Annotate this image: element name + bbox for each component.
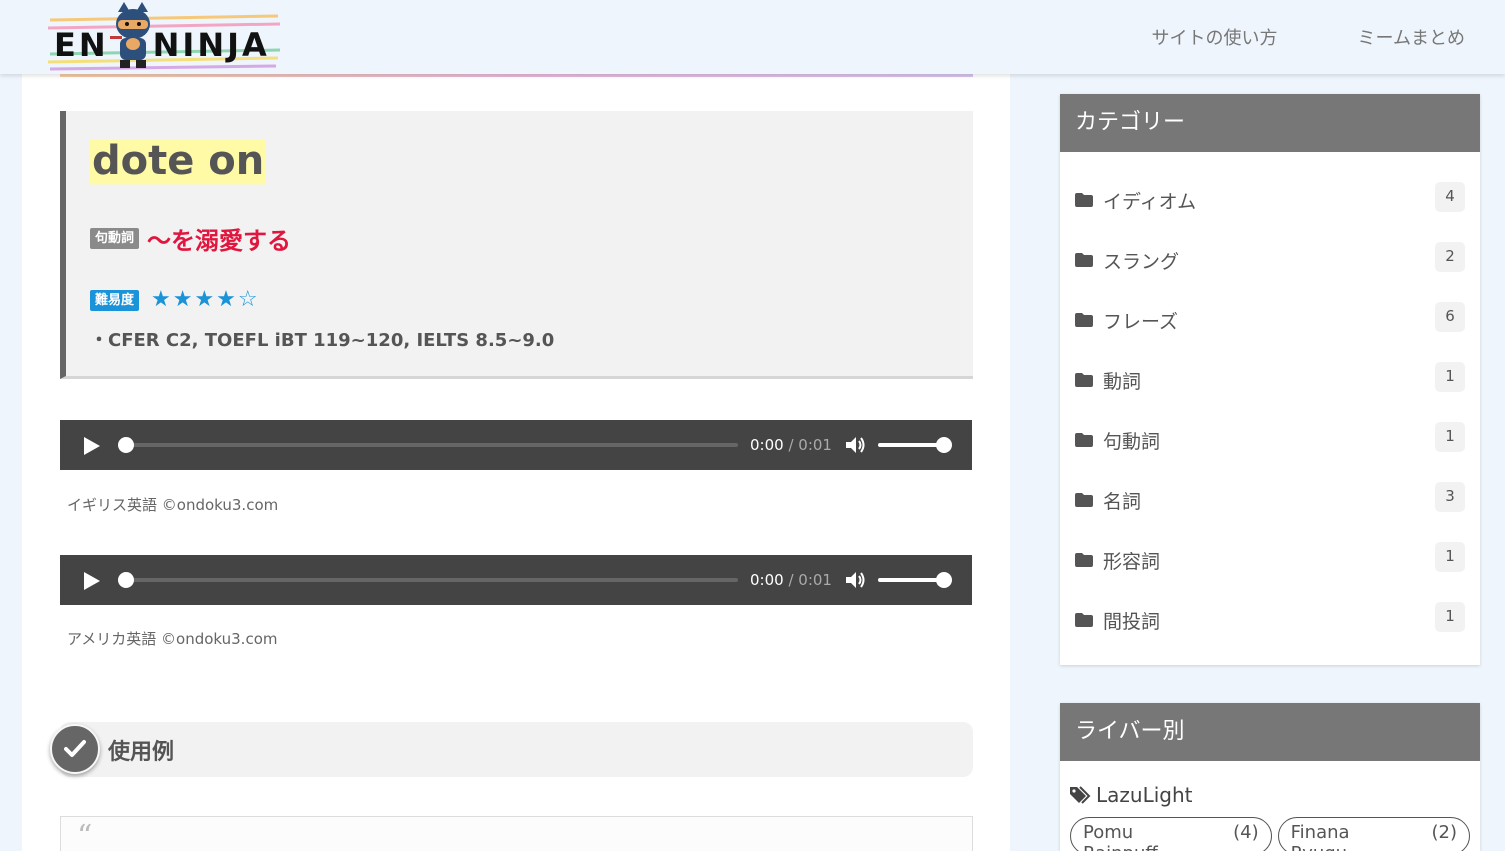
category-label[interactable]: 動詞	[1103, 367, 1141, 394]
check-icon	[50, 724, 100, 774]
category-count: 2	[1435, 242, 1465, 272]
liver-name: Finana Ryugu	[1290, 822, 1350, 851]
category-item[interactable]: スラング 2	[1075, 230, 1465, 290]
current-time: 0:00	[750, 571, 784, 589]
category-item[interactable]: 動詞 1	[1075, 350, 1465, 410]
nav-meme-summary[interactable]: ミームまとめ	[1358, 24, 1465, 50]
example-section-heading: 使用例	[50, 722, 973, 777]
category-list: イディオム 4 スラング 2 フレーズ 6 動詞 1 句動詞 1 名詞 3 形容…	[1060, 152, 1480, 662]
difficulty-row: 難易度 ★★★★☆	[90, 289, 260, 311]
category-count: 3	[1435, 482, 1465, 512]
site-header: EN NINJA サイトの使い方 ミームまとめ	[0, 0, 1505, 74]
liver-widget-title: ライバー別	[1060, 703, 1480, 761]
word-meaning: 〜を溺愛する	[147, 227, 292, 255]
category-label[interactable]: フレーズ	[1103, 307, 1178, 334]
volume-icon[interactable]	[844, 569, 866, 591]
category-count: 1	[1435, 542, 1465, 572]
category-item[interactable]: 間投詞 1	[1075, 590, 1465, 650]
main-content: dote on 句動詞 〜を溺愛する 難易度 ★★★★☆ ・CFER C2, T…	[22, 74, 1010, 851]
category-label[interactable]: スラング	[1103, 247, 1179, 274]
category-item[interactable]: 形容詞 1	[1075, 530, 1465, 590]
volume-icon[interactable]	[844, 434, 866, 456]
volume-slider[interactable]	[878, 443, 944, 447]
pos-badge: 句動詞	[90, 228, 140, 249]
word-card: dote on 句動詞 〜を溺愛する 難易度 ★★★★☆ ・CFER C2, T…	[60, 111, 973, 379]
category-item[interactable]: 句動詞 1	[1075, 410, 1465, 470]
category-label[interactable]: 句動詞	[1103, 427, 1160, 454]
folder-icon	[1075, 553, 1093, 567]
category-label[interactable]: 間投詞	[1103, 607, 1160, 634]
liver-count: (4)	[1233, 822, 1259, 843]
level-equivalents: ・CFER C2, TOEFL iBT 119~120, IELTS 8.5~9…	[90, 330, 555, 351]
liver-name: Pomu Rainpuff	[1083, 822, 1158, 851]
category-item[interactable]: フレーズ 6	[1075, 290, 1465, 350]
folder-icon	[1075, 433, 1093, 447]
category-count: 1	[1435, 602, 1465, 632]
volume-handle[interactable]	[936, 437, 952, 453]
folder-icon	[1075, 313, 1093, 327]
example-quote: “	[60, 816, 973, 851]
category-count: 4	[1435, 182, 1465, 212]
time-display: 0:00 / 0:01	[750, 436, 832, 454]
liver-chip[interactable]: Pomu Rainpuff (4)	[1070, 817, 1272, 851]
logo-text-ninja: NINJA	[152, 26, 270, 64]
liver-chips: Pomu Rainpuff (4) Finana Ryugu (2)	[1070, 817, 1470, 851]
category-item[interactable]: 名詞 3	[1075, 470, 1465, 530]
duration: / 0:01	[788, 436, 832, 454]
difficulty-badge: 難易度	[90, 289, 140, 311]
folder-icon	[1075, 613, 1093, 627]
play-icon[interactable]	[84, 572, 100, 590]
header-nav: サイトの使い方 ミームまとめ	[1152, 24, 1465, 50]
category-label[interactable]: 形容詞	[1103, 547, 1160, 574]
example-title: 使用例	[108, 740, 175, 765]
nav-how-to-use[interactable]: サイトの使い方	[1152, 24, 1278, 50]
category-count: 1	[1435, 422, 1465, 452]
category-label[interactable]: イディオム	[1103, 187, 1196, 214]
title-underline	[60, 74, 973, 77]
time-display: 0:00 / 0:01	[750, 571, 832, 589]
category-widget: カテゴリー イディオム 4 スラング 2 フレーズ 6 動詞 1 句動詞 1 名…	[1060, 94, 1480, 665]
audio-player-american: 0:00 / 0:01	[60, 555, 972, 605]
liver-list: LazuLight Pomu Rainpuff (4) Finana Ryugu…	[1060, 761, 1480, 851]
category-widget-title: カテゴリー	[1060, 94, 1480, 152]
audio-caption-american: アメリカ英語 ©ondoku3.com	[67, 630, 278, 648]
seek-handle[interactable]	[118, 572, 134, 588]
duration: / 0:01	[788, 571, 832, 589]
difficulty-stars: ★★★★☆	[151, 287, 260, 312]
tag-group[interactable]: LazuLight	[1070, 783, 1470, 807]
volume-slider[interactable]	[878, 578, 944, 582]
folder-icon	[1075, 193, 1093, 207]
seek-bar[interactable]	[126, 443, 738, 447]
logo-text-en: EN	[54, 26, 109, 64]
word-title: dote on	[90, 133, 267, 189]
seek-handle[interactable]	[118, 437, 134, 453]
category-count: 1	[1435, 362, 1465, 392]
folder-icon	[1075, 493, 1093, 507]
category-item[interactable]: イディオム 4	[1075, 170, 1465, 230]
volume-handle[interactable]	[936, 572, 952, 588]
site-logo[interactable]: EN NINJA	[46, 2, 286, 72]
audio-caption-british: イギリス英語 ©ondoku3.com	[67, 496, 279, 514]
folder-icon	[1075, 253, 1093, 267]
current-time: 0:00	[750, 436, 784, 454]
play-icon[interactable]	[84, 437, 100, 455]
folder-icon	[1075, 373, 1093, 387]
liver-widget: ライバー別 LazuLight Pomu Rainpuff (4) Finana…	[1060, 703, 1480, 851]
tags-icon	[1070, 786, 1091, 804]
quote-icon: “	[77, 819, 93, 851]
audio-player-british: 0:00 / 0:01	[60, 420, 972, 470]
tag-group-label[interactable]: LazuLight	[1096, 783, 1192, 807]
ninja-mascot-icon	[110, 2, 150, 68]
liver-count: (2)	[1431, 822, 1458, 843]
category-count: 6	[1435, 302, 1465, 332]
liver-chip[interactable]: Finana Ryugu (2)	[1277, 817, 1470, 851]
part-of-speech-row: 句動詞 〜を溺愛する	[90, 221, 291, 256]
category-label[interactable]: 名詞	[1103, 487, 1141, 514]
seek-bar[interactable]	[126, 578, 738, 582]
